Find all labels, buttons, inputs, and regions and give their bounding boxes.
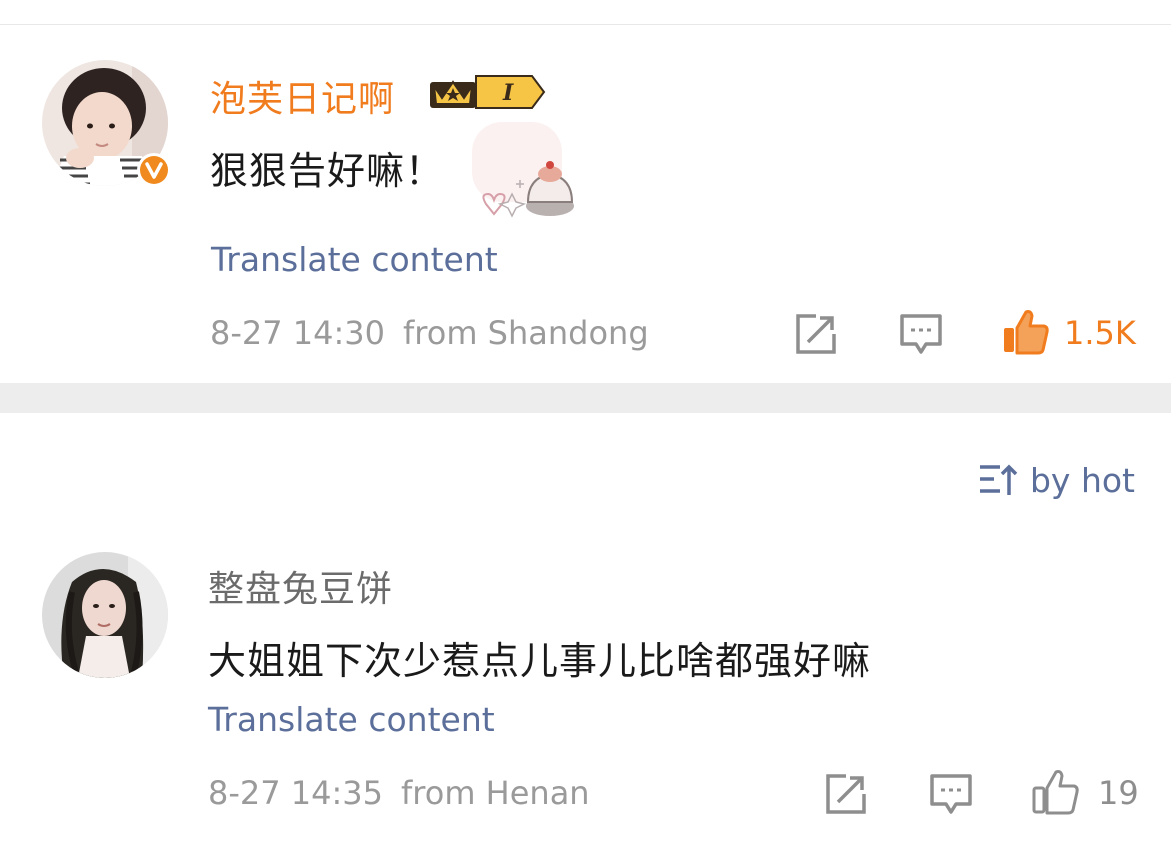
share-icon[interactable] [794, 312, 838, 356]
location: from Henan [401, 774, 590, 812]
like-icon-active[interactable] [1000, 308, 1050, 356]
verified-badge-icon [137, 153, 171, 187]
share-icon[interactable] [824, 772, 868, 816]
comment-text[interactable]: 大姐姐下次少惹点儿事儿比啥都强好嘛 [208, 630, 871, 685]
avatar[interactable] [42, 552, 168, 678]
sort-by-hot-button[interactable]: by hot [978, 458, 1135, 502]
crown-level-badge-icon: I [430, 75, 546, 109]
comment-meta: 8-27 14:35 from Henan [208, 774, 590, 812]
location: from Shandong [403, 314, 649, 352]
username[interactable]: 整盘兔豆饼 [208, 560, 393, 612]
woman-avatar-icon [42, 552, 168, 678]
avatar[interactable] [42, 60, 171, 187]
translate-content-link[interactable]: Translate content [211, 240, 498, 279]
username[interactable]: 泡芙日记啊 [210, 70, 395, 122]
top-divider [0, 24, 1171, 25]
comment-meta: 8-27 14:30 from Shandong [210, 314, 649, 352]
sort-label: by hot [1029, 460, 1135, 500]
like-icon[interactable] [1030, 768, 1080, 816]
translate-content-link[interactable]: Translate content [208, 700, 495, 739]
section-divider [0, 383, 1171, 413]
sort-icon [979, 464, 1018, 495]
like-count: 19 [1098, 774, 1139, 812]
comment-page: 泡芙日记啊 I 狠狠告好嘛！ Translate content 8-27 14… [0, 0, 1171, 850]
comment-text[interactable]: 狠狠告好嘛！ [210, 140, 444, 195]
comment-icon[interactable] [898, 312, 944, 356]
like-count: 1.5K [1064, 314, 1136, 352]
comment-icon[interactable] [928, 772, 974, 816]
timestamp: 8-27 14:30 [210, 314, 386, 352]
cake-sticker-icon [472, 122, 574, 218]
level-text: I [502, 80, 514, 106]
timestamp: 8-27 14:35 [208, 774, 384, 812]
